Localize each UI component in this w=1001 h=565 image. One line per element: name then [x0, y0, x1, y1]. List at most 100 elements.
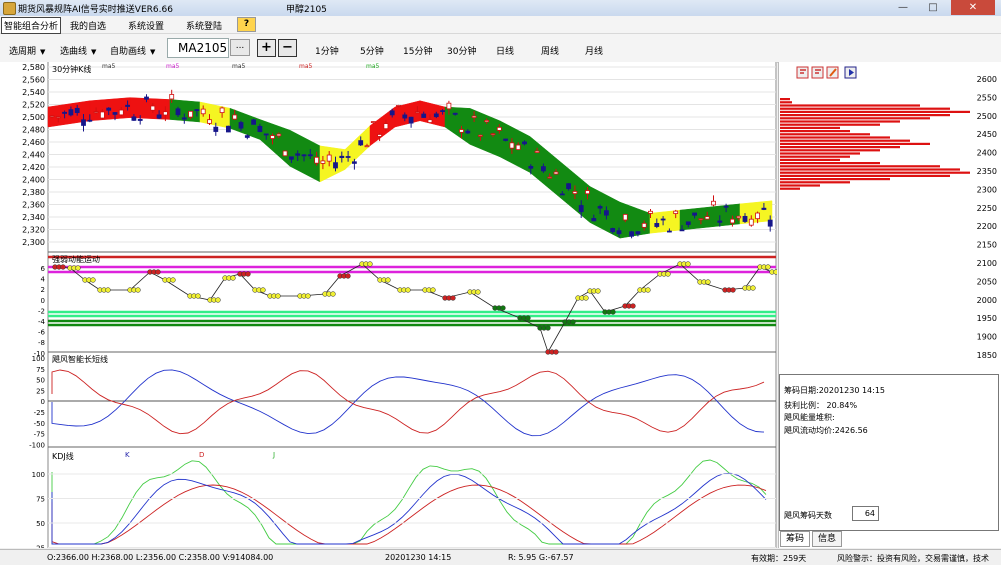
candle-body	[667, 230, 672, 233]
short-line	[51, 369, 765, 435]
symbol-browse-button[interactable]: ...	[230, 39, 250, 56]
candle-body	[62, 111, 67, 114]
timeframe-week[interactable]: 周线	[541, 44, 559, 57]
chip-bar	[780, 110, 970, 113]
chip-bar	[780, 181, 850, 184]
menu-system-settings[interactable]: 系统设置	[126, 18, 166, 33]
toolbar: 选周期 ▼ 选曲线 ▼ 自助画线 ▼ MA2105 ... + − 1分钟 5分钟 1…	[0, 34, 1001, 63]
price-tick-label: 2,540	[22, 88, 45, 97]
candle-body	[610, 228, 616, 233]
candle-body	[207, 119, 212, 124]
chip-bar	[780, 171, 970, 174]
menu-system-login[interactable]: 系统登陆	[184, 18, 224, 33]
candle-body	[616, 230, 622, 235]
zoom-out-button[interactable]: −	[278, 39, 297, 57]
chip-price-label: 2050	[977, 277, 997, 286]
menu-smart-analysis[interactable]: 智能组合分析	[1, 17, 62, 34]
kdj-d-line	[51, 484, 767, 545]
chip-bar	[780, 133, 870, 136]
timeframe-day[interactable]: 日线	[496, 44, 514, 57]
price-tick-label: 2,400	[22, 176, 45, 185]
long-short-tick-label: 50	[36, 377, 45, 385]
candle-body	[553, 171, 559, 175]
candle-body	[660, 218, 666, 221]
zoom-in-button[interactable]: +	[257, 39, 276, 57]
kdj-tick-label: 100	[32, 471, 45, 479]
chip-bar	[780, 123, 880, 126]
candle-body	[711, 200, 716, 206]
oscillator-dot	[330, 291, 336, 297]
candle-body	[314, 156, 320, 164]
symbol-input[interactable]: MA2105	[167, 38, 229, 58]
chip-info-box: 筹码日期:20201230 14:15 获利比例： 20.84% 飓风能量堆积:…	[779, 374, 999, 531]
chip-bar	[780, 149, 880, 152]
candle-body	[679, 229, 685, 232]
oscillator-tick-label: -6	[38, 329, 46, 337]
candle-body	[459, 129, 464, 133]
oscillator-dot	[345, 273, 351, 279]
candle-body	[396, 105, 401, 107]
candle-body	[408, 116, 414, 124]
candle-body	[572, 191, 578, 195]
candle-body	[118, 109, 124, 116]
window-title: 期货风暴规阵AI信号实时推送VER6.66	[18, 5, 173, 15]
candle-body	[698, 218, 704, 221]
kdj-tick-label: 75	[36, 496, 45, 504]
candle-body	[358, 140, 364, 146]
chip-price-label: 2150	[977, 241, 997, 250]
oscillator-tick-label: 6	[41, 265, 46, 273]
chart-svg[interactable]: 30分钟K线 ma5 ma5 ma5 ma5 ma5 强弱动能运动 飓风智能长短…	[0, 62, 783, 553]
auto-draw-dropdown[interactable]: 自助画线 ▼	[110, 44, 155, 57]
price-tick-label: 2,340	[22, 213, 45, 222]
period-dropdown[interactable]: 选周期 ▼	[9, 44, 45, 57]
chip-bar	[780, 114, 950, 117]
help-button[interactable]: ?	[237, 17, 256, 32]
chip-bar	[780, 142, 930, 145]
kdj-panel	[51, 459, 767, 545]
candle-body	[162, 111, 168, 116]
candle-body	[566, 183, 571, 190]
candle-body	[112, 112, 118, 115]
price-tick-label: 2,500	[22, 113, 45, 122]
oscillator-dot	[595, 288, 601, 294]
chip-days-spinner[interactable]: 64	[852, 506, 879, 521]
kdj-k-line	[51, 472, 767, 545]
oscillator-tick-label: -8	[38, 339, 45, 347]
oscillator-dot	[705, 279, 711, 285]
kdj-title: KDJ线	[52, 451, 74, 461]
timeframe-5m[interactable]: 5分钟	[360, 44, 384, 57]
chip-bar	[780, 155, 850, 158]
maximize-button[interactable]: □	[919, 0, 947, 15]
chip-bar	[780, 139, 910, 142]
candle-body	[465, 130, 471, 134]
timeframe-1m[interactable]: 1分钟	[315, 44, 339, 57]
oscillator-dot	[773, 269, 779, 275]
oscillator-dot	[305, 293, 311, 299]
timeframe-30m[interactable]: 30分钟	[447, 44, 476, 57]
oscillator-dot	[630, 303, 636, 309]
chip-price-label: 2000	[977, 296, 997, 305]
candle-body	[414, 111, 420, 114]
chip-bar	[780, 174, 950, 177]
candle-body	[238, 122, 244, 129]
candle-body	[748, 218, 754, 226]
candle-body	[509, 142, 515, 149]
chip-bar	[780, 107, 950, 110]
candle-body	[440, 110, 446, 112]
timeframe-month[interactable]: 月线	[585, 44, 603, 57]
minimize-button[interactable]: —	[889, 0, 917, 15]
close-button[interactable]: ✕	[951, 0, 995, 15]
oscillator-dot	[385, 277, 391, 283]
candle-body	[351, 161, 357, 164]
tab-chips[interactable]: 筹码	[780, 531, 811, 547]
chip-distribution-chart: 2600 2550 2500 2450 2400 2350 2300 2250 2200 2150…	[780, 66, 997, 360]
candle-body	[301, 154, 307, 157]
chart-area[interactable]: 30分钟K线 ma5 ma5 ma5 ma5 ma5 强弱动能运动 飓风智能长短…	[0, 62, 783, 553]
price-tick-label: 2,420	[22, 163, 45, 172]
timeframe-15m[interactable]: 15分钟	[403, 44, 432, 57]
candle-body	[194, 109, 200, 111]
menu-my-watchlist[interactable]: 我的自选	[68, 18, 108, 33]
tab-info[interactable]: 信息	[812, 531, 843, 547]
oscillator-dot	[430, 287, 436, 293]
curve-dropdown[interactable]: 选曲线 ▼	[60, 44, 96, 57]
